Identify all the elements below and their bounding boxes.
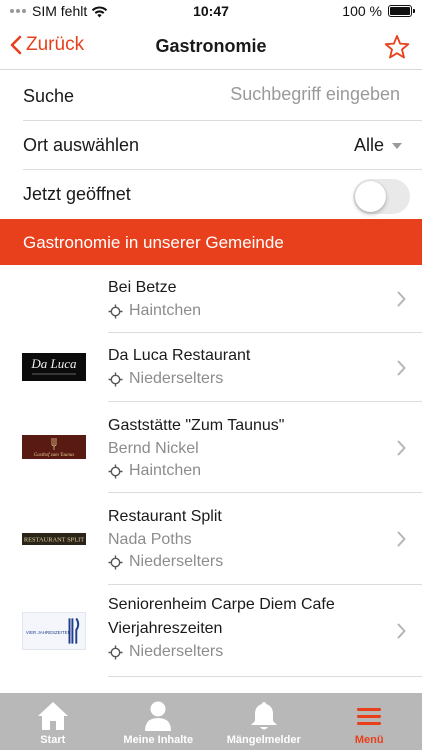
item-title: Bei Betze (108, 279, 177, 296)
restaurant-logo: RESTAURANT SPLIT (22, 533, 86, 545)
tab-label: Start (40, 734, 66, 746)
menu-icon (357, 708, 382, 725)
gastronomy-list: Bei Betze Haintchen Da Luca Da Luca Rest… (0, 265, 422, 677)
chevron-right-icon (397, 360, 406, 376)
tab-start[interactable]: Start (0, 693, 106, 750)
logo-text: RESTAURANT SPLIT (24, 537, 84, 544)
back-button[interactable]: Zurück (10, 34, 84, 56)
chevron-left-icon (10, 35, 22, 55)
item-text: Da Luca Restaurant Niederselters (108, 344, 382, 390)
location-target-icon (108, 304, 123, 318)
item-title-line1: Seniorenheim Carpe Diem Cafe (108, 596, 335, 613)
zum-taunus-logo: Gasthof zum Taunus (34, 438, 75, 458)
location-target-icon (108, 645, 123, 659)
back-label: Zurück (26, 34, 85, 55)
restaurant-logo: VIER JAHRESZEITEN (22, 612, 86, 650)
list-item[interactable]: VIER JAHRESZEITEN Seniorenheim Carpe Die… (0, 585, 422, 677)
tab-defect-reporter[interactable]: Mängelmelder (211, 693, 317, 750)
divider (108, 676, 422, 677)
location-name: Haintchen (129, 302, 202, 319)
location-target-icon (108, 555, 123, 569)
list-item[interactable]: Bei Betze Haintchen (0, 265, 422, 333)
tab-label: Meine Inhalte (123, 734, 194, 746)
item-title-line2: Vierjahreszeiten (108, 620, 223, 637)
chevron-right-icon (397, 440, 406, 456)
tab-label: Menü (354, 734, 384, 746)
item-location: Niederselters (108, 641, 382, 663)
item-title: Da Luca Restaurant (108, 347, 251, 364)
item-text: Bei Betze Haintchen (108, 276, 382, 322)
location-name: Niederselters (129, 553, 224, 570)
logo-text: Da Luca (30, 356, 77, 371)
item-text: Gaststätte "Zum Taunus" Bernd Nickel Hai… (108, 414, 382, 482)
search-label: Suche (23, 86, 75, 106)
tab-bar: Start Meine Inhalte Mängelmelder Menü (0, 693, 422, 750)
location-label: Ort auswählen (23, 135, 140, 155)
battery-fill (390, 7, 410, 15)
item-owner: Nada Poths (108, 531, 192, 548)
status-right: 100 % (342, 3, 415, 19)
search-row: Suche (0, 72, 422, 121)
battery-icon (388, 5, 415, 17)
battery-percent: 100 % (342, 3, 382, 19)
open-now-row: Jetzt geöffnet (0, 170, 422, 219)
item-location: Haintchen (108, 300, 382, 322)
location-target-icon (108, 464, 123, 478)
tab-my-content[interactable]: Meine Inhalte (106, 693, 212, 750)
nav-bar: Zurück Gastronomie (0, 24, 422, 70)
item-location: Niederselters (108, 368, 382, 390)
item-location: Niederselters (108, 551, 382, 573)
toggle-knob (355, 181, 386, 212)
item-location: Haintchen (108, 460, 382, 482)
favorite-button[interactable] (384, 34, 410, 65)
location-value: Alle (353, 135, 384, 155)
logo-text: VIER JAHRESZEITEN (26, 630, 71, 635)
list-item[interactable]: RESTAURANT SPLIT Restaurant Split Nada P… (0, 493, 422, 585)
status-bar: SIM fehlt 10:47 100 % (0, 0, 422, 24)
bell-icon (250, 702, 277, 730)
restaurant-logo: Gasthof zum Taunus (22, 435, 86, 459)
item-owner: Bernd Nickel (108, 440, 199, 457)
chevron-right-icon (397, 291, 406, 307)
chevron-right-icon (397, 531, 406, 547)
location-name: Haintchen (129, 462, 202, 479)
open-now-toggle[interactable] (353, 179, 410, 214)
star-outline-icon (384, 35, 410, 59)
item-title: Restaurant Split (108, 508, 222, 525)
list-item[interactable]: Gasthof zum Taunus Gaststätte "Zum Taunu… (0, 402, 422, 493)
caret-down-icon (392, 142, 402, 149)
section-header: Gastronomie in unserer Gemeinde (0, 219, 422, 265)
list-item[interactable]: Da Luca Da Luca Restaurant Niederselters (0, 333, 422, 402)
open-now-label: Jetzt geöffnet (23, 184, 131, 204)
item-text: Restaurant Split Nada Poths Niederselter… (108, 505, 382, 573)
vierjahreszeiten-logo: VIER JAHRESZEITEN (26, 617, 80, 644)
restaurant-split-logo: RESTAURANT SPLIT (24, 537, 84, 544)
search-input[interactable] (180, 84, 400, 105)
location-row[interactable]: Ort auswählen Alle (0, 121, 422, 170)
tab-label: Mängelmelder (226, 734, 301, 746)
tab-menu[interactable]: Menü (317, 693, 422, 750)
item-text: Seniorenheim Carpe Diem Cafe Vierjahresz… (108, 593, 382, 663)
location-name: Niederselters (129, 643, 224, 660)
location-select[interactable]: Alle (354, 135, 402, 156)
da-luca-logo: Da Luca (30, 356, 77, 375)
location-name: Niederselters (129, 370, 224, 387)
item-title: Gaststätte "Zum Taunus" (108, 417, 285, 434)
person-icon (145, 701, 172, 731)
logo-text: Gasthof zum Taunus (34, 453, 75, 458)
chevron-right-icon (397, 623, 406, 639)
restaurant-logo: Da Luca (22, 353, 86, 381)
location-target-icon (108, 372, 123, 386)
home-icon (37, 702, 68, 730)
